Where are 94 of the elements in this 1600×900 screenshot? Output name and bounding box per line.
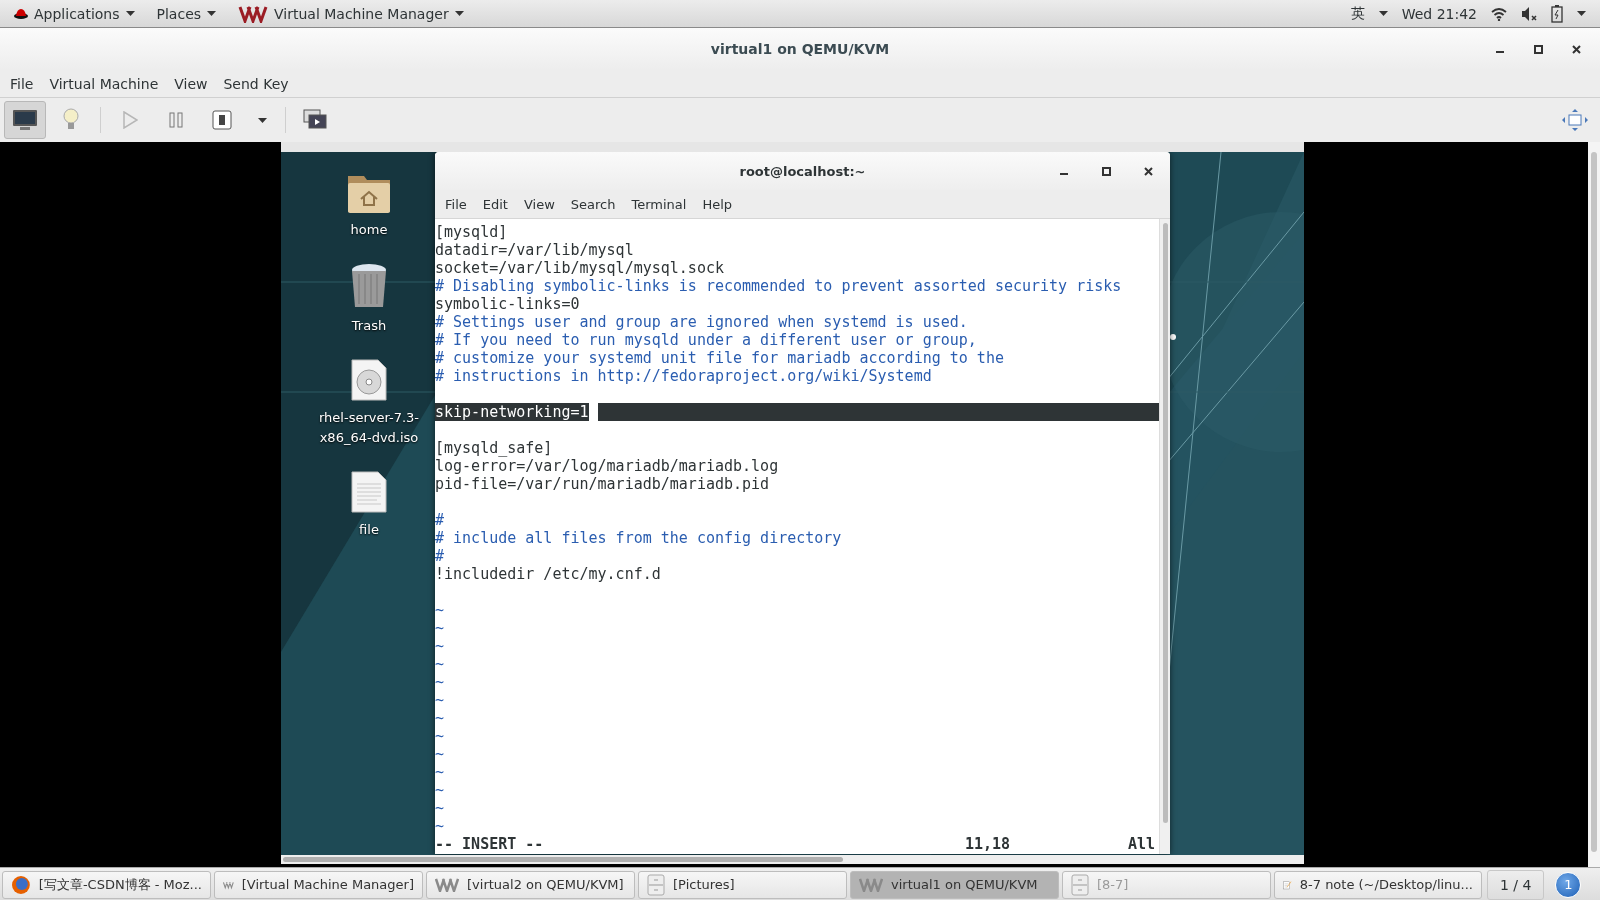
empty-line-marker: ~ [435, 745, 445, 763]
menu-item[interactable]: View [166, 75, 216, 92]
file-cabinet-icon [1071, 873, 1089, 896]
system-menu-caret-icon [1577, 11, 1586, 16]
scrollbar-thumb[interactable] [283, 857, 843, 862]
desktop-icon-label[interactable]: file [359, 520, 379, 540]
code-line: !includedir /etc/my.cnf.d [435, 565, 661, 583]
trash-icon [349, 262, 389, 310]
window-title: virtual1 on QEMU/KVM [710, 41, 890, 57]
empty-line-marker: ~ [435, 763, 445, 781]
scrollbar-thumb[interactable] [1162, 223, 1168, 823]
disc-file-icon [350, 358, 388, 402]
caret-icon [125, 11, 135, 16]
dropdown-caret-icon [257, 117, 267, 123]
power-switch-icon [212, 110, 232, 130]
input-method-indicator[interactable]: 英 [1350, 4, 1365, 23]
comment-line: # Settings user and group are ignored when systemd is used. [435, 313, 968, 331]
desktop-icon-label[interactable]: Trash [351, 316, 387, 336]
muted-speaker-icon[interactable] [1521, 5, 1537, 22]
menu-item[interactable]: Virtual Machine [41, 75, 167, 92]
comment-line: # customize your systemd unit file for mariadb according to the [435, 349, 1004, 367]
comment-line: # If you need to run mysqld under a different user or group, [435, 331, 977, 349]
mode-indicator: -- INSERT -- [435, 835, 544, 853]
text-file-icon [350, 470, 388, 514]
empty-line-marker: ~ [435, 673, 445, 691]
battery-icon[interactable] [1551, 4, 1563, 23]
menu-item[interactable]: File [2, 75, 42, 92]
comment-line: # Disabling symbolic-links is recommended to prevent assorted security risks [435, 277, 1122, 295]
maximize-icon [1101, 166, 1111, 176]
comment-line: # instructions in http://fedoraproject.org/wiki/Systemd [435, 367, 932, 385]
empty-line-marker: ~ [435, 817, 445, 835]
caret-icon [207, 11, 217, 16]
top-bar-menu[interactable]: Applications [6, 0, 143, 27]
empty-line-marker: ~ [435, 799, 445, 817]
workspace-pager[interactable]: 1 / 4 [1487, 869, 1545, 900]
clock[interactable]: Wed 21:42 [1401, 5, 1477, 22]
scroll-position: All [1126, 835, 1156, 853]
empty-line-marker: ~ [435, 709, 445, 727]
close-icon [1143, 166, 1153, 176]
toolbar-button[interactable] [4, 101, 46, 139]
caret-icon [1378, 11, 1388, 16]
empty-line-marker: ~ [435, 637, 445, 655]
code-line: datadir=/var/lib/mysql [435, 241, 634, 259]
empty-line-marker: ~ [435, 691, 445, 709]
monitor-icon [12, 109, 38, 131]
comment-line: # [435, 511, 445, 529]
taskbar-window-button[interactable]: [Pictures] [638, 870, 847, 899]
taskbar-window-button[interactable]: [Virtual Machine Manager] [214, 870, 423, 899]
empty-line-marker: ~ [435, 601, 445, 619]
menu-item[interactable]: Edit [474, 196, 516, 212]
code-line: [mysqld_safe] [435, 439, 553, 457]
comment-line: # include all files from the config directory [435, 529, 842, 547]
menu-item[interactable]: File [437, 196, 475, 212]
browser-icon [11, 874, 31, 895]
code-line: pid-file=/var/run/mariadb/mariadb.pid [435, 475, 770, 493]
cursor-position: 11,18 [965, 835, 1012, 853]
wifi-icon[interactable] [1491, 6, 1507, 21]
vm-manager-icon [859, 877, 883, 892]
comment-line: # [435, 547, 445, 565]
terminal-title: root@localhost:~ [739, 163, 866, 179]
menu-item[interactable]: Search [562, 196, 624, 212]
top-bar-menu[interactable]: Virtual Machine Manager [230, 0, 472, 27]
menu-item[interactable]: Help [694, 196, 741, 212]
hat-icon [14, 7, 28, 20]
taskbar-window-button[interactable]: 8-7 note (~/Desktop/linu... [1274, 870, 1482, 899]
taskbar-window-button[interactable]: [写文章-CSDN博客 - Moz... [2, 870, 211, 899]
desktop-icon-label[interactable]: rhel-server-7.3-x86_64-dvd.iso [309, 408, 429, 448]
empty-line-marker: ~ [435, 727, 445, 745]
caret-icon [454, 11, 464, 16]
vm-manager-icon [238, 4, 269, 23]
code-line: log-error=/var/log/mariadb/mariadb.log [435, 457, 779, 475]
code-line: [mysqld] [435, 223, 508, 241]
code-line: symbolic-links=0 [435, 295, 580, 313]
menu-item[interactable]: Terminal [623, 196, 695, 212]
empty-line-marker: ~ [435, 781, 445, 799]
empty-line-marker: ~ [435, 619, 445, 637]
code-line: socket=/var/lib/mysql/mysql.sock [435, 259, 724, 277]
desktop-icon-label[interactable]: home [350, 220, 388, 240]
taskbar-window-button[interactable]: virtual1 on QEMU/KVM [850, 870, 1059, 899]
fullscreen-icon [1562, 109, 1588, 131]
empty-line-marker: ~ [435, 655, 445, 673]
pause-icon [169, 112, 183, 128]
screens-icon [303, 109, 327, 131]
menu-item[interactable]: Send Key [215, 75, 297, 92]
lightbulb-icon [63, 108, 79, 132]
taskbar-window-button[interactable]: [virtual2 on QEMU/KVM] [426, 870, 635, 899]
maximize-icon [1533, 44, 1543, 54]
scrollbar-thumb[interactable] [1591, 152, 1597, 852]
close-icon [1571, 44, 1581, 54]
top-bar-menu[interactable]: Places [148, 0, 225, 27]
play-icon [122, 111, 138, 129]
file-cabinet-icon [647, 873, 665, 896]
menu-item[interactable]: View [515, 196, 563, 212]
vm-manager-icon [435, 877, 459, 892]
